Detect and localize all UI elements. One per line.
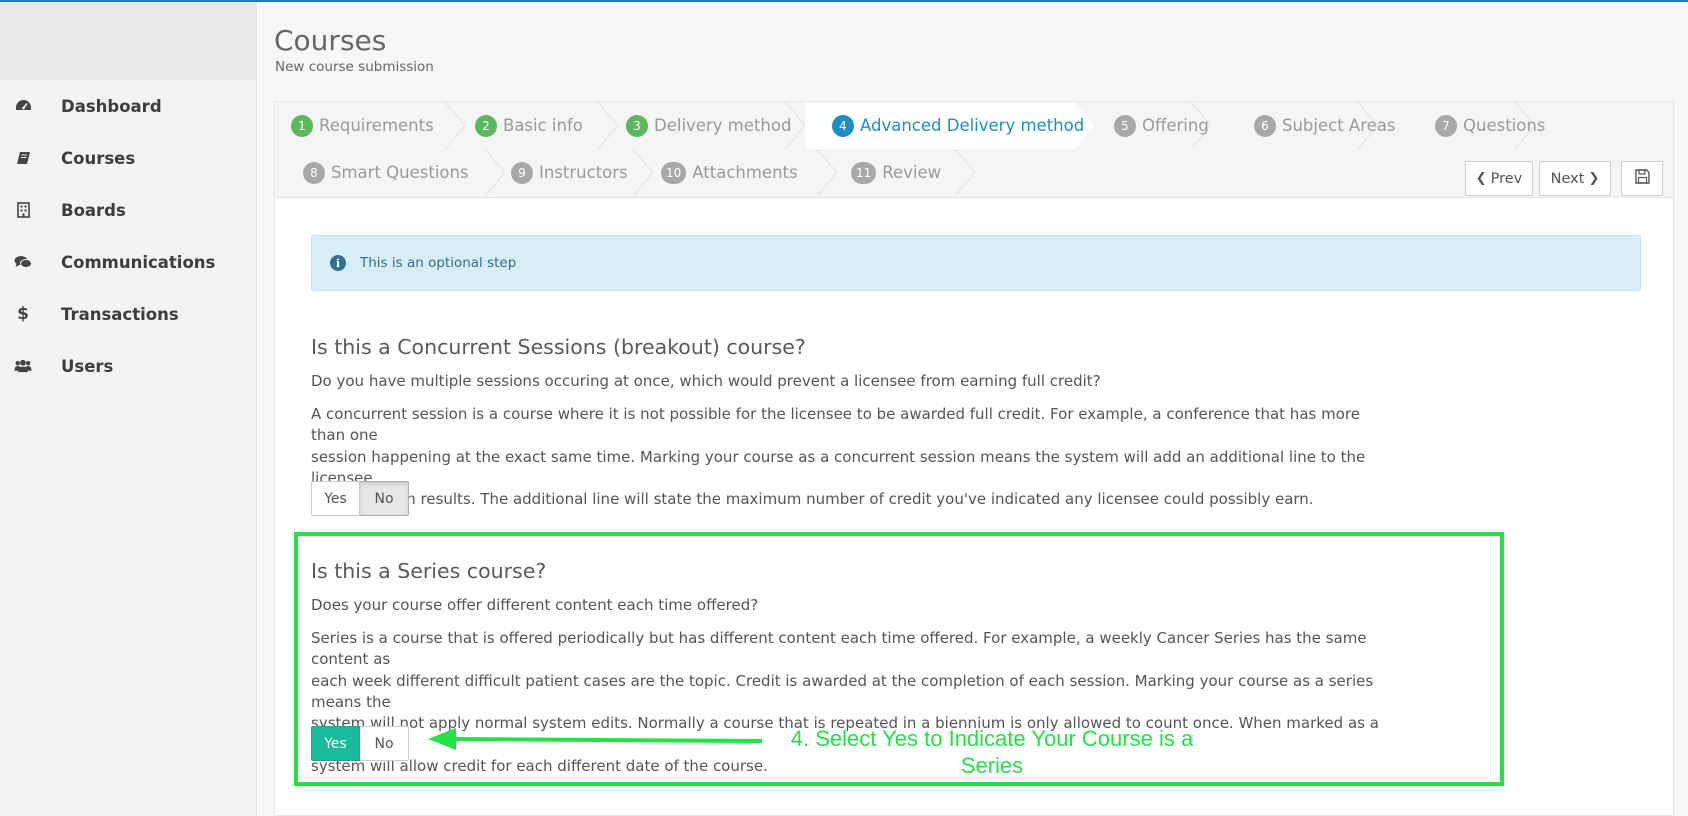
chevron-right-icon: ❯ xyxy=(1588,171,1600,186)
description-line: A concurrent session is a course where i… xyxy=(311,405,1360,445)
save-button[interactable] xyxy=(1621,161,1663,196)
step-number: 1 xyxy=(291,114,313,137)
step-requirements[interactable]: 1 Requirements xyxy=(291,102,434,149)
callout-line: 4. Select Yes to Indicate Your Course is… xyxy=(790,726,1194,751)
sidebar-item-dashboard[interactable]: Dashboard xyxy=(0,80,256,132)
sidebar-item-label: Dashboard xyxy=(61,96,162,116)
page-title: Courses xyxy=(274,24,387,57)
step-number: 7 xyxy=(1435,114,1457,137)
step-label: Subject Areas xyxy=(1282,116,1396,135)
info-icon: i xyxy=(330,255,346,271)
annotation-callout: 4. Select Yes to Indicate Your Course is… xyxy=(742,725,1242,779)
sidebar-item-label: Communications xyxy=(61,252,216,272)
step-subject-areas[interactable]: 6 Subject Areas xyxy=(1254,102,1396,149)
dashboard-icon xyxy=(14,97,32,115)
comments-icon xyxy=(14,253,32,271)
concurrent-question-subtitle: Do you have multiple sessions occuring a… xyxy=(311,372,1101,390)
step-attachments[interactable]: 10 Attachments xyxy=(661,149,798,196)
step-number: 8 xyxy=(303,161,325,184)
step-label: Delivery method xyxy=(654,116,792,135)
step-separator xyxy=(598,102,618,149)
sidebar-item-label: Boards xyxy=(61,200,126,220)
alert-text: This is an optional step xyxy=(360,255,517,271)
wizard-steps: 1 Requirements 2 Basic info 3 Delivery meth… xyxy=(275,102,1673,198)
sidebar-item-label: Transactions xyxy=(61,304,179,324)
step-number: 5 xyxy=(1114,114,1136,137)
sidebar-item-users[interactable]: Users xyxy=(0,340,256,392)
step-separator xyxy=(445,102,465,149)
sidebar-item-communications[interactable]: Communications xyxy=(0,236,256,288)
step-review[interactable]: 11 Review xyxy=(851,149,941,196)
concurrent-no-button[interactable]: No xyxy=(360,481,409,516)
next-label: Next xyxy=(1550,170,1585,187)
concurrent-toggle: Yes No xyxy=(311,481,409,516)
step-label: Questions xyxy=(1463,116,1546,135)
description-line: session happening at the exact same time… xyxy=(311,447,1366,487)
step-separator xyxy=(817,149,837,196)
step-basic-info[interactable]: 2 Basic info xyxy=(475,102,583,149)
prev-label: Prev xyxy=(1490,170,1523,187)
users-icon xyxy=(14,357,32,375)
dollar-icon: $ xyxy=(17,304,29,324)
step-separator xyxy=(633,149,653,196)
concurrent-yes-button[interactable]: Yes xyxy=(311,481,360,516)
step-number: 6 xyxy=(1254,114,1276,137)
save-icon xyxy=(1634,169,1650,188)
sidebar-item-transactions[interactable]: $ Transactions xyxy=(0,288,256,340)
concurrent-description: A concurrent session is a course where i… xyxy=(311,404,1391,510)
step-offering[interactable]: 5 Offering xyxy=(1114,102,1209,149)
step-separator xyxy=(485,149,505,196)
step-label: Instructors xyxy=(539,163,628,182)
step-number: 3 xyxy=(626,114,648,137)
callout-line: Series xyxy=(960,753,1024,778)
next-button[interactable]: Next ❯ xyxy=(1539,161,1611,196)
sidebar: Dashboard Courses Boards Communications … xyxy=(0,2,257,816)
step-label: Requirements xyxy=(319,116,434,135)
step-number: 9 xyxy=(511,161,533,184)
prev-button[interactable]: ❮ Prev xyxy=(1465,161,1533,196)
step-label: Basic info xyxy=(503,116,583,135)
step-advanced-delivery-method[interactable]: 4 Advanced Delivery method xyxy=(832,102,1084,149)
step-label: Offering xyxy=(1142,116,1209,135)
sidebar-item-boards[interactable]: Boards xyxy=(0,184,256,236)
step-number: 10 xyxy=(661,161,687,184)
step-label: Smart Questions xyxy=(331,163,469,182)
step-number: 11 xyxy=(851,161,877,184)
step-instructors[interactable]: 9 Instructors xyxy=(511,149,628,196)
step-questions[interactable]: 7 Questions xyxy=(1435,102,1545,149)
step-separator xyxy=(955,149,975,196)
description-line: course search results. The additional li… xyxy=(311,490,1314,509)
sidebar-item-courses[interactable]: Courses xyxy=(0,132,256,184)
sidebar-item-label: Courses xyxy=(61,148,136,168)
step-number: 4 xyxy=(832,114,854,137)
page-subtitle: New course submission xyxy=(275,59,434,75)
concurrent-question-title: Is this a Concurrent Sessions (breakout)… xyxy=(311,335,806,359)
step-label: Attachments xyxy=(692,163,798,182)
sidebar-logo xyxy=(0,2,256,80)
step-delivery-method[interactable]: 3 Delivery method xyxy=(626,102,791,149)
chevron-left-icon: ❮ xyxy=(1475,171,1487,186)
building-icon xyxy=(14,201,32,219)
step-smart-questions[interactable]: 8 Smart Questions xyxy=(303,149,469,196)
step-number: 2 xyxy=(475,114,497,137)
step-label: Review xyxy=(882,163,942,182)
optional-step-alert: i This is an optional step xyxy=(311,235,1641,291)
book-icon xyxy=(14,149,32,167)
step-label: Advanced Delivery method xyxy=(860,116,1085,135)
sidebar-item-label: Users xyxy=(61,356,114,376)
